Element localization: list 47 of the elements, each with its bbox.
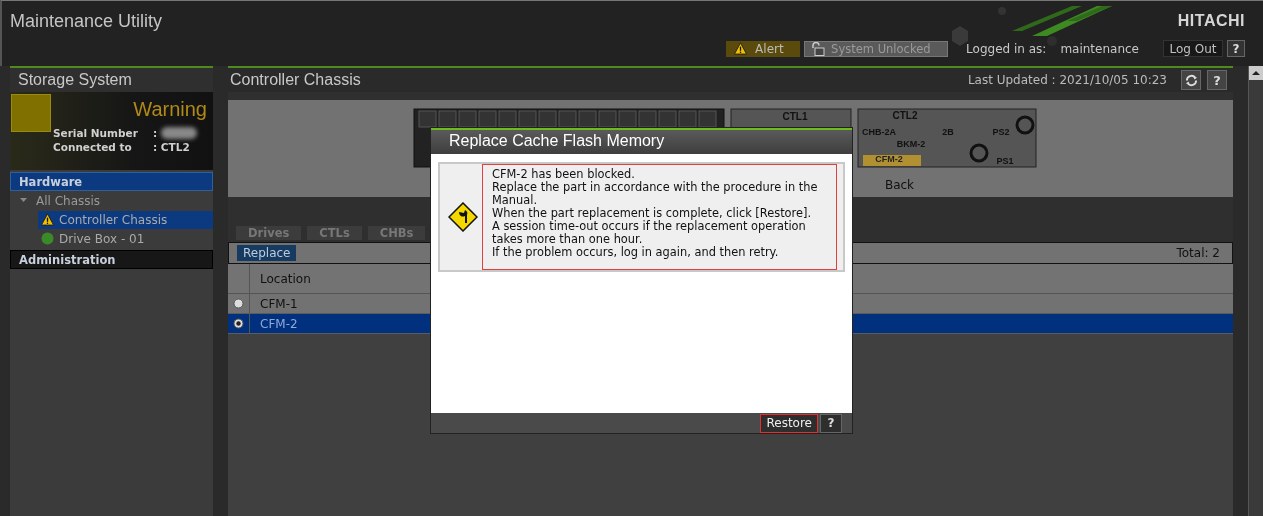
- help-button[interactable]: ?: [820, 413, 842, 433]
- tree-item[interactable]: All Chassis: [36, 193, 101, 208]
- page-title: Controller Chassis: [230, 71, 362, 89]
- warning-icon: [734, 42, 748, 55]
- sidebar-section[interactable]: Administration: [10, 250, 213, 269]
- tree-item[interactable]: Controller Chassis: [38, 210, 213, 229]
- radio-button[interactable]: [233, 318, 244, 329]
- help-button[interactable]: ?: [1227, 40, 1245, 57]
- part-label: CHB-2A: [861, 127, 896, 137]
- restore-button[interactable]: Restore: [760, 413, 818, 433]
- controller-label: CTL1: [782, 111, 807, 122]
- part-label: PS2: [992, 127, 1009, 137]
- refresh-button[interactable]: [1181, 70, 1201, 90]
- part-label: PS1: [996, 156, 1013, 166]
- scroll-up-icon[interactable]: [1249, 66, 1263, 80]
- brand-logo: HITACHI: [1177, 12, 1245, 30]
- info-value: : CTL2: [153, 141, 190, 153]
- tree-item[interactable]: Drive Box - 01: [38, 229, 213, 248]
- app-title: Maintenance Utility: [10, 11, 163, 32]
- replace-button[interactable]: Replace: [237, 245, 297, 261]
- help-button[interactable]: ?: [1207, 70, 1227, 90]
- unlocked-padlock-icon: [811, 41, 826, 56]
- part-label: BKM-2: [896, 139, 925, 149]
- status-text: Warning: [133, 98, 207, 121]
- dialog-title: Replace Cache Flash Memory: [431, 128, 852, 154]
- refresh-icon: [1184, 73, 1198, 87]
- username: maintenance: [1060, 41, 1139, 56]
- total-count: Total: 2: [1176, 246, 1220, 260]
- info-label: Connected to: [53, 141, 133, 153]
- back-label[interactable]: Back: [884, 178, 915, 192]
- last-updated: Last Updated : 2021/10/05 10:23: [967, 73, 1167, 87]
- expanded-caret-icon[interactable]: [20, 197, 27, 204]
- radio-button[interactable]: [233, 298, 244, 309]
- part-label: 2B: [941, 127, 954, 137]
- status-icon: [41, 232, 54, 245]
- part-label: CFM-2: [874, 154, 903, 164]
- panel-title: Storage System: [10, 68, 213, 92]
- alert-button[interactable]: Alert: [726, 40, 801, 57]
- sidebar-section[interactable]: Hardware: [10, 172, 213, 191]
- status-indicator: [11, 94, 51, 132]
- login-label: Logged in as:: [966, 41, 1047, 56]
- dialog-message: CFM-2 has been blocked. Replace the part in accordance with the procedure in the Manual. When the part replacement is complete, click [Restore]. A session time-out occurs if the replacement operation takes more than one hour. If the problem occurs, log in again, and then retry.: [482, 164, 837, 270]
- controller-label: CTL2: [892, 110, 917, 121]
- warning-icon: [41, 213, 54, 226]
- info-value: :: [153, 127, 158, 139]
- log-out-button[interactable]: Log Out: [1163, 40, 1223, 57]
- info-label: Serial Number: [53, 127, 139, 139]
